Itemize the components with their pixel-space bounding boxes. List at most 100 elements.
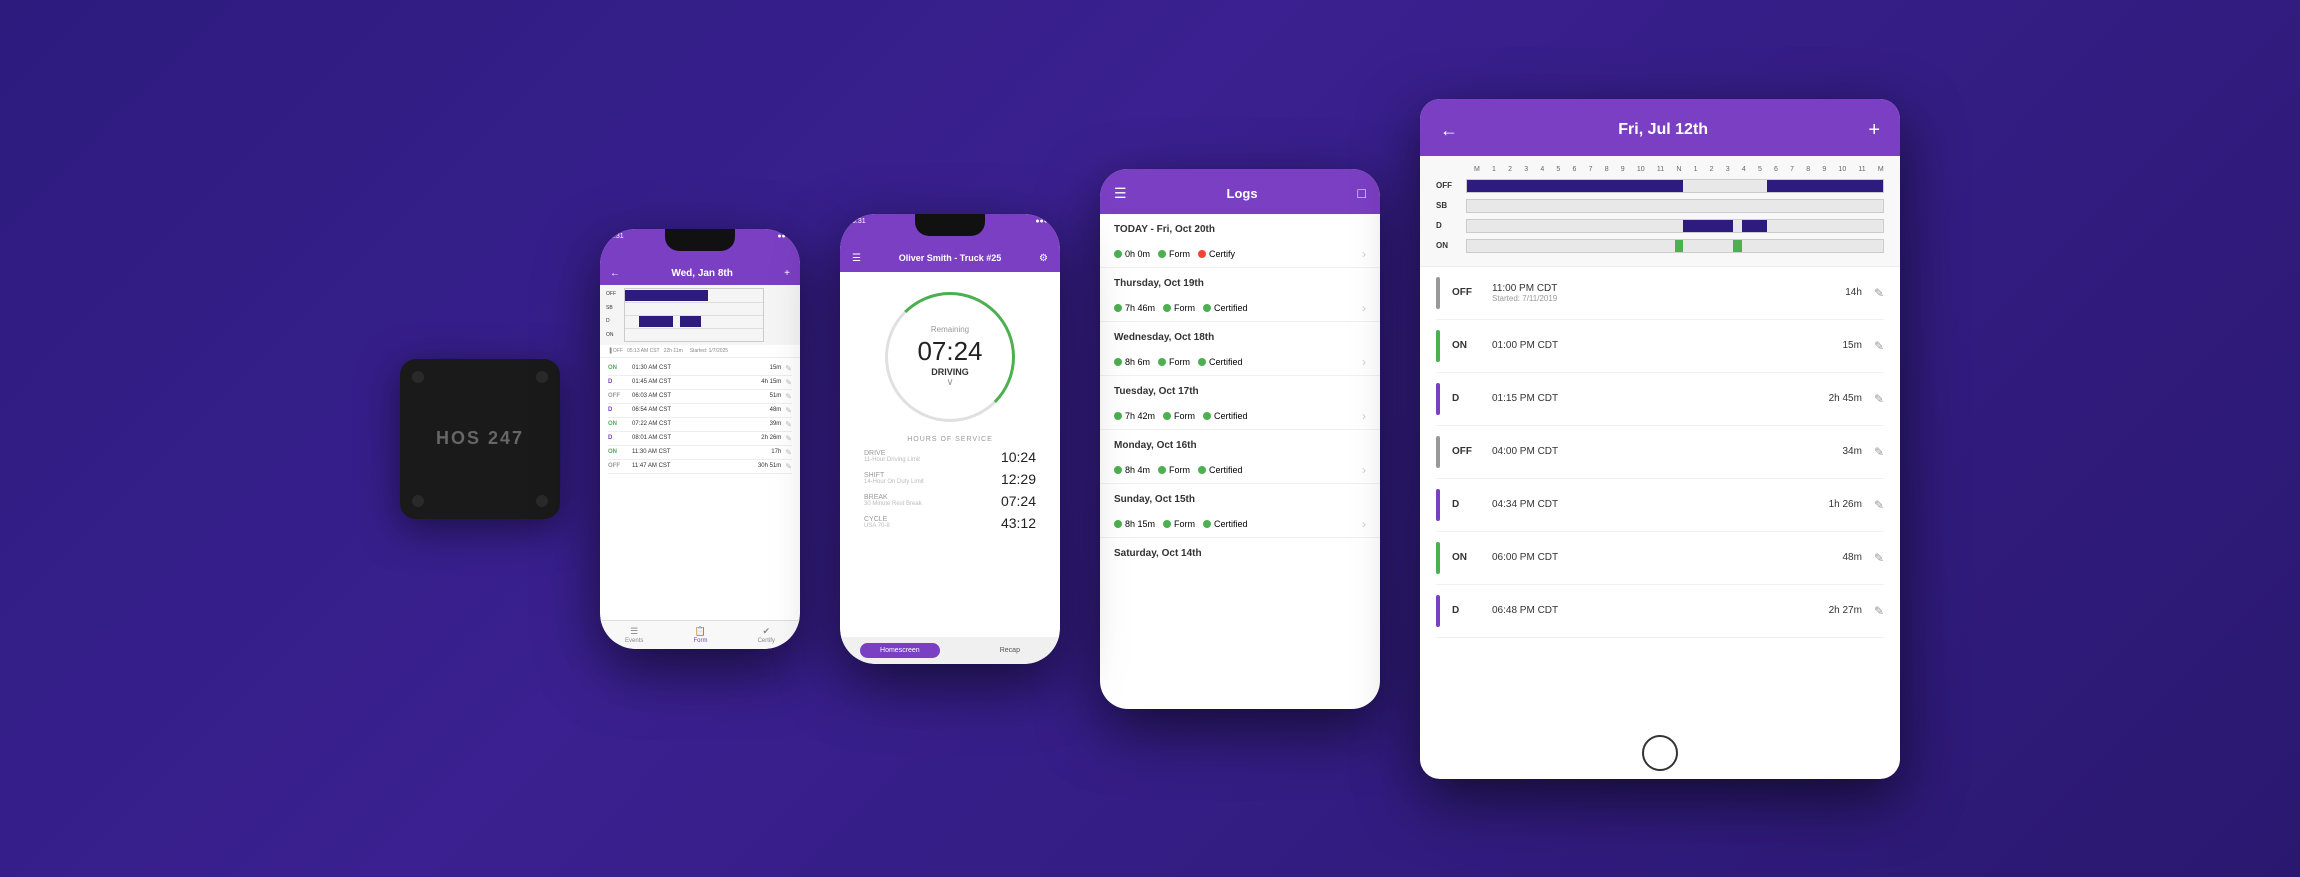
- logs-item-sun[interactable]: 8h 15m Form Certified ›: [1100, 511, 1380, 538]
- indicator-2: [1436, 330, 1440, 362]
- driving-time: 07:24: [917, 336, 982, 367]
- logs-phone: ☰ Logs □ TODAY - Fri, Oct 20th 0h 0m: [1100, 169, 1380, 709]
- tab-edit-icon-7[interactable]: ✎: [1874, 604, 1884, 618]
- footer-form[interactable]: 📋 Form: [693, 626, 707, 644]
- today-hours-dot: [1114, 250, 1122, 258]
- logs-item-mon[interactable]: 8h 4m Form Certified ›: [1100, 457, 1380, 484]
- tab-log-item-7: D 06:48 PM CDT 2h 27m ✎: [1436, 585, 1884, 638]
- footer-certify[interactable]: ✔ Certify: [758, 626, 775, 644]
- tablet-title: Fri, Jul 12th: [1458, 121, 1868, 139]
- tab-edit-icon-4[interactable]: ✎: [1874, 445, 1884, 459]
- phone1-back-icon[interactable]: ←: [610, 268, 620, 279]
- tab-edit-icon-6[interactable]: ✎: [1874, 551, 1884, 565]
- hos-device-label: HOS 247: [436, 428, 524, 449]
- indicator-3: [1436, 383, 1440, 415]
- shift-label-group: SHIFT 14-Hour On Duty Limit: [864, 472, 924, 485]
- section-today-title: TODAY - Fri, Oct 20th: [1114, 224, 1366, 235]
- log-item-4: D 06:54 AM CST 48m ✎: [608, 404, 792, 418]
- hos-drive-row: DRIVE 11-Hour Driving Limit 10:24: [864, 449, 1036, 465]
- logs-calendar-icon[interactable]: □: [1358, 185, 1366, 201]
- edit-icon-5[interactable]: ✎: [785, 420, 792, 429]
- edit-icon-2[interactable]: ✎: [785, 378, 792, 387]
- footer-events[interactable]: ☰ Events: [625, 626, 643, 644]
- phone2-menu-icon[interactable]: ☰: [852, 253, 861, 264]
- logs-item-today[interactable]: 0h 0m Form Certify ›: [1100, 241, 1380, 268]
- hos-shift-row: SHIFT 14-Hour On Duty Limit 12:29: [864, 471, 1036, 487]
- tab-log-item-4: OFF 04:00 PM CDT 34m ✎: [1436, 426, 1884, 479]
- tablet-header: ← Fri, Jul 12th +: [1420, 99, 1900, 156]
- logs-header: ☰ Logs □: [1100, 169, 1380, 214]
- tab-edit-icon-2[interactable]: ✎: [1874, 339, 1884, 353]
- hos-title: HOURS OF SERVICE: [864, 436, 1036, 443]
- edit-icon-4[interactable]: ✎: [785, 406, 792, 415]
- break-label-group: BREAK 30 Minute Rest Break: [864, 494, 922, 507]
- chart-on-row: ON 01.32: [1436, 236, 1884, 256]
- phone1-signal: ●●●: [777, 233, 790, 240]
- phone2-footer: Homescreen Recap: [840, 637, 1060, 664]
- logs-section-tue: Tuesday, Oct 17th: [1100, 376, 1380, 403]
- logs-section-mon: Monday, Oct 16th: [1100, 430, 1380, 457]
- phone1-footer: ☰ Events 📋 Form ✔ Certify: [600, 620, 800, 649]
- d-segment-2: [1742, 220, 1767, 232]
- certify-icon: ✔: [762, 626, 770, 637]
- driving-status: DRIVING: [931, 367, 969, 377]
- tab-edit-icon-1[interactable]: ✎: [1874, 286, 1884, 300]
- phone1-time: 5:31: [610, 233, 624, 240]
- logs-item-wed[interactable]: 8h 6m Form Certified ›: [1100, 349, 1380, 376]
- logs-screen: ☰ Logs □ TODAY - Fri, Oct 20th 0h 0m: [1100, 169, 1380, 709]
- phone-log-detail: 5:31 ●●● ← Wed, Jan 8th + OFF SB D ON: [600, 229, 800, 649]
- chart-sb-row: SB 02.00: [1436, 196, 1884, 216]
- chart-off-row: OFF 13.57: [1436, 176, 1884, 196]
- indicator-4: [1436, 436, 1440, 468]
- off-segment-1: [1467, 180, 1683, 192]
- today-form-dot: [1158, 250, 1166, 258]
- chart-column-headers: M 1 2 3 4 5 6 7 8 9 10 11 N 1 2: [1474, 166, 1884, 173]
- tablet-plus-button[interactable]: +: [1868, 119, 1880, 142]
- edit-icon-8[interactable]: ✎: [785, 462, 792, 471]
- phone2-signal: ●●●: [1035, 218, 1048, 225]
- edit-icon-1[interactable]: ✎: [785, 364, 792, 373]
- log-item-6: D 08:01 AM CST 2h 26m ✎: [608, 432, 792, 446]
- logs-title: Logs: [1127, 186, 1358, 201]
- tablet-home-button[interactable]: [1642, 735, 1678, 771]
- phone1-plus-icon[interactable]: +: [784, 268, 790, 279]
- phone2-notch: [915, 214, 985, 236]
- log-item-5: ON 07:22 AM CST 39m ✎: [608, 418, 792, 432]
- logs-menu-icon[interactable]: ☰: [1114, 185, 1127, 202]
- today-chevron: ›: [1362, 247, 1366, 261]
- tablet-log-list: OFF 11:00 PM CDT Started: 7/11/2019 14h …: [1420, 267, 1900, 779]
- phone2-settings-icon[interactable]: ⚙: [1039, 253, 1048, 264]
- indicator-5: [1436, 489, 1440, 521]
- phone2-screen: 5:31 ●●● ☰ Oliver Smith - Truck #25 ⚙ Re…: [840, 214, 1060, 664]
- logs-item-tue[interactable]: 7h 42m Form Certified ›: [1100, 403, 1380, 430]
- indicator-6: [1436, 542, 1440, 574]
- phone2-content: Remaining 07:24 DRIVING ∨ HOURS OF SERVI…: [840, 272, 1060, 637]
- recap-button[interactable]: Recap: [980, 643, 1040, 658]
- today-hours-badge: 0h 0m: [1114, 249, 1150, 259]
- tablet-back-button[interactable]: ←: [1440, 120, 1458, 141]
- tab-edit-icon-3[interactable]: ✎: [1874, 392, 1884, 406]
- phone1-log-list: ON 01:30 AM CST 15m ✎ D 01:45 AM CST 4h …: [600, 358, 800, 620]
- logs-section-wed: Wednesday, Oct 18th: [1100, 322, 1380, 349]
- chevron-down-icon: ∨: [946, 377, 953, 388]
- logs-item-thu[interactable]: 7h 46m Form Certified ›: [1100, 295, 1380, 322]
- form-icon: 📋: [695, 626, 706, 637]
- edit-icon-3[interactable]: ✎: [785, 392, 792, 401]
- edit-icon-7[interactable]: ✎: [785, 448, 792, 457]
- phone-driving: 5:31 ●●● ☰ Oliver Smith - Truck #25 ⚙ Re…: [840, 214, 1060, 664]
- break-value: 07:24: [1001, 493, 1036, 509]
- today-form-badge: Form: [1158, 249, 1190, 259]
- on-segment-2: [1733, 240, 1741, 252]
- d-segment-1: [1683, 220, 1733, 232]
- hos-cycle-row: CYCLE USA 70-8 43:12: [864, 515, 1036, 531]
- hos-device: HOS 247: [400, 359, 560, 519]
- homescreen-button[interactable]: Homescreen: [860, 643, 940, 658]
- phone2-time: 5:31: [852, 218, 866, 225]
- cycle-value: 43:12: [1001, 515, 1036, 531]
- phone1-title: Wed, Jan 8th: [671, 268, 733, 279]
- tab-log-item-5: D 04:34 PM CDT 1h 26m ✎: [1436, 479, 1884, 532]
- phone1-chart: OFF SB D ON: [600, 285, 800, 345]
- log-item-2: D 01:45 AM CST 4h 15m ✎: [608, 376, 792, 390]
- tab-edit-icon-5[interactable]: ✎: [1874, 498, 1884, 512]
- edit-icon-6[interactable]: ✎: [785, 434, 792, 443]
